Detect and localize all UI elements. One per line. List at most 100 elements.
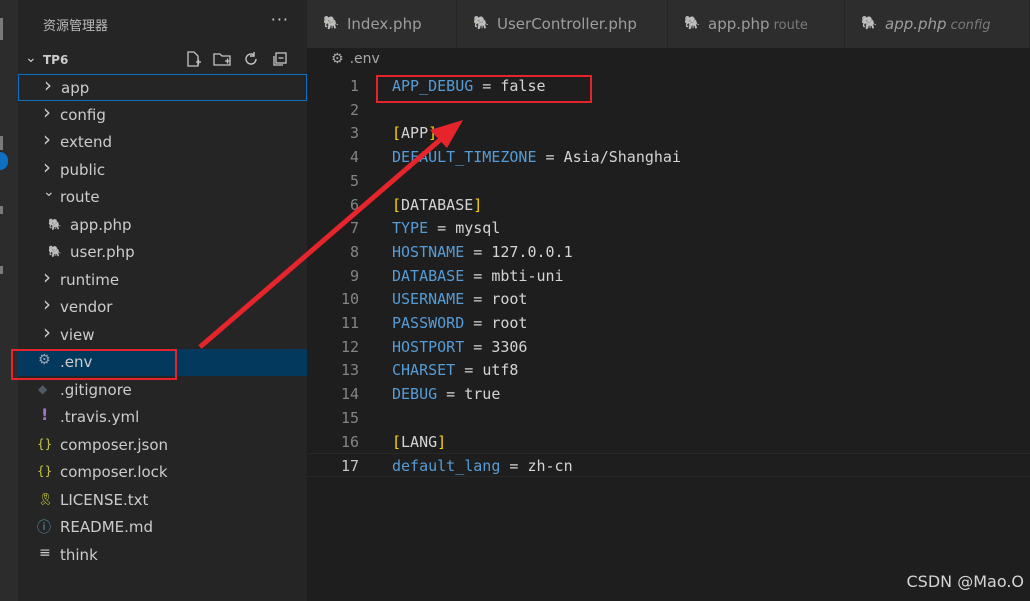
git-icon: ◆ <box>38 381 48 396</box>
activity-search-icon[interactable] <box>0 136 3 150</box>
config-key: DEBUG <box>392 385 438 404</box>
notification-badge <box>0 152 8 170</box>
tab-filename: Index.php <box>347 15 422 33</box>
config-operator: = <box>464 314 492 332</box>
tab-label: Index.php <box>347 15 422 33</box>
line-number: 8 <box>349 242 359 261</box>
tree-item-vendor[interactable]: › vendor <box>18 292 307 321</box>
code-line: 12 HOSTPORT = 3306 <box>307 335 1030 359</box>
code-line: 4 DEFAULT_TIMEZONE = Asia/Shanghai <box>307 145 1030 169</box>
project-name: TP6 <box>43 53 69 67</box>
tree-item-route[interactable]: ⌄ route <box>18 184 307 211</box>
chevron-right-icon: › <box>43 127 51 151</box>
config-key: HOSTNAME <box>392 242 465 261</box>
config-key: PASSWORD <box>392 314 465 332</box>
tree-item-runtime[interactable]: › runtime <box>18 264 307 294</box>
php-file-icon: 🐘 <box>48 217 62 231</box>
new-file-icon[interactable] <box>182 50 204 70</box>
line-number: 16 <box>340 432 359 451</box>
tab-3[interactable]: 🐘 app.php route <box>668 0 845 48</box>
code-text: DEBUG = true <box>392 385 500 403</box>
tab-1[interactable]: 🐘 Index.php <box>307 0 457 48</box>
tab-filename: UserController.php <box>497 15 637 33</box>
refresh-icon[interactable] <box>240 50 262 70</box>
config-operator: = <box>428 219 456 238</box>
breadcrumb[interactable]: ⚙ .env <box>331 51 380 67</box>
code-text: TYPE = mysql <box>392 219 500 237</box>
activity-debug-icon[interactable] <box>0 266 3 274</box>
chevron-right-icon: › <box>43 264 51 289</box>
config-key: CHARSET <box>392 361 456 380</box>
tree-item-composer-lock[interactable]: {} composer.lock <box>18 459 307 486</box>
code-line: 17 default_lang = zh-cn <box>307 453 1030 478</box>
config-value: zh-cn <box>527 457 573 476</box>
line-number: 3 <box>349 124 359 143</box>
activity-explorer-icon[interactable] <box>0 18 3 40</box>
code-text: DATABASE = mbti-uni <box>392 267 564 285</box>
tree-item-label: runtime <box>60 270 120 289</box>
php-file-icon: 🐘 <box>48 245 62 258</box>
tree-item-view[interactable]: › view <box>18 320 307 349</box>
config-key: HOSTPORT <box>392 337 465 356</box>
tree-item-label: think <box>60 545 98 564</box>
tab-filename: app.php <box>885 15 947 33</box>
code-text: HOSTPORT = 3306 <box>392 338 527 356</box>
code-line: 11 PASSWORD = root <box>307 311 1030 335</box>
tab-label: app.php route <box>708 15 808 33</box>
tree-item-app[interactable]: › app <box>18 73 307 101</box>
chevron-down-icon: ⌄ <box>25 50 37 66</box>
config-operator: = <box>500 457 528 476</box>
tree-item-readme-md[interactable]: ⓘ README.md <box>18 514 307 541</box>
tree-item-extend[interactable]: › extend <box>18 127 307 156</box>
tree-item-label: composer.json <box>60 435 169 454</box>
code-text: [APP] <box>392 124 437 142</box>
config-key: DATABASE <box>392 266 465 285</box>
watermark: CSDN @Mao.O <box>906 572 1025 591</box>
tree-item-license-txt[interactable]: 🎗 LICENSE.txt <box>18 487 307 514</box>
section-bracket-open: [ <box>392 432 402 451</box>
license-icon: 🎗 <box>38 491 54 506</box>
tree-item-label: LICENSE.txt <box>60 490 149 509</box>
code-line: 8 HOSTNAME = 127.0.0.1 <box>307 240 1030 264</box>
explorer-title: 资源管理器 <box>43 19 109 34</box>
config-value: 127.0.0.1 <box>491 242 573 261</box>
code-text: [LANG] <box>392 433 446 451</box>
config-operator: = <box>455 361 483 380</box>
tree-item-label: user.php <box>70 243 135 261</box>
config-operator: = <box>464 242 492 261</box>
config-value: 3306 <box>491 337 528 356</box>
tree-item-label: config <box>60 105 106 124</box>
tree-item-travis-yml[interactable]: ! .travis.yml <box>18 404 307 431</box>
more-actions-icon[interactable]: ··· <box>271 10 289 29</box>
tab-description: route <box>773 18 808 33</box>
new-folder-icon[interactable] <box>211 50 233 70</box>
project-header[interactable]: ⌄ TP6 <box>18 48 307 74</box>
collapse-all-icon[interactable] <box>269 50 291 70</box>
tree-item-public[interactable]: › public <box>18 155 307 184</box>
section-bracket-close: ] <box>428 124 438 143</box>
tab-2[interactable]: 🐘 UserController.php <box>457 0 668 48</box>
chevron-right-icon: › <box>43 99 51 124</box>
config-value: mysql <box>455 219 501 238</box>
tree-item-gitignore[interactable]: ◆ .gitignore <box>18 377 307 404</box>
explorer-sidebar: 资源管理器 ··· ⌄ TP6 › app › config › extend › publi… <box>18 0 307 601</box>
tree-item-user-php[interactable]: 🐘 user.php <box>18 239 307 266</box>
tree-item-think[interactable]: ≡ think <box>18 542 307 569</box>
code-text: DEFAULT_TIMEZONE = Asia/Shanghai <box>392 148 681 166</box>
code-line: 16 [LANG] <box>307 430 1030 454</box>
line-number: 12 <box>340 337 359 356</box>
tree-item-app-php[interactable]: 🐘 app.php <box>18 212 307 239</box>
code-line: 13 CHARSET = utf8 <box>307 358 1030 382</box>
tab-4[interactable]: 🐘 app.php config <box>845 0 1030 48</box>
tab-label: UserController.php <box>497 15 637 33</box>
code-text: PASSWORD = root <box>392 314 527 332</box>
line-number: 11 <box>340 314 359 332</box>
config-value: root <box>491 290 528 309</box>
activity-scm-icon[interactable] <box>0 206 3 214</box>
breadcrumb-file: .env <box>349 51 380 67</box>
tree-item-label: .travis.yml <box>60 408 140 426</box>
line-number: 14 <box>340 385 359 404</box>
tree-item-composer-json[interactable]: {} composer.json <box>18 432 307 459</box>
line-number: 17 <box>340 457 359 476</box>
tree-item-config[interactable]: › config <box>18 99 307 129</box>
